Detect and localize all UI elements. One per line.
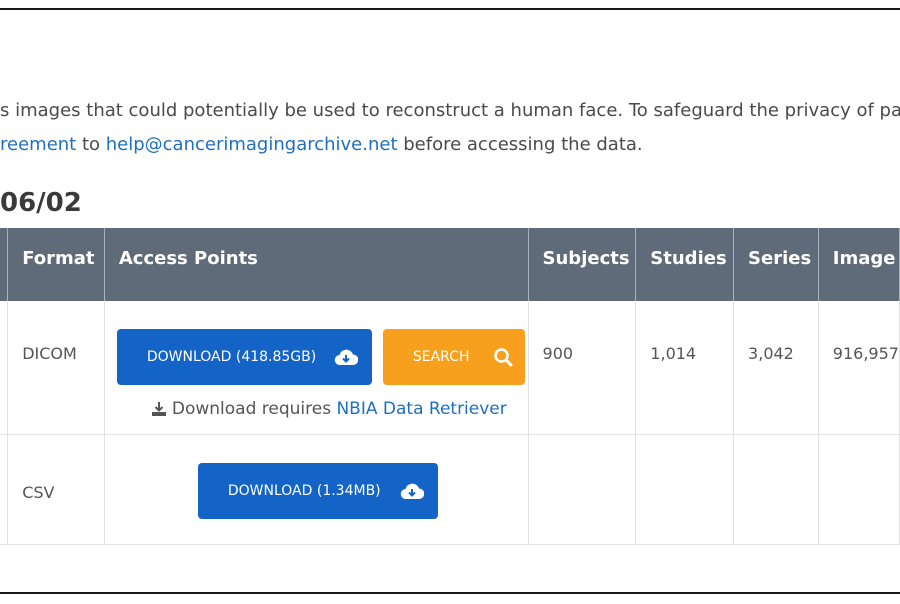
top-border xyxy=(0,8,900,10)
subjects-cell xyxy=(528,434,637,545)
cloud-download-icon xyxy=(334,348,358,366)
access-points-cell: DOWNLOAD (418.85GB) SEARCH Download requ… xyxy=(104,301,529,435)
search-label: SEARCH xyxy=(412,349,470,365)
studies-value: 1,014 xyxy=(650,344,697,363)
help-email-link[interactable]: help@cancerimagingarchive.net xyxy=(106,134,398,155)
format-cell: CSV xyxy=(7,434,105,545)
images-cell: 916,957 xyxy=(818,301,900,435)
download-dicom-button[interactable]: DOWNLOAD (418.85GB) xyxy=(116,329,372,385)
data-use-agreement-link[interactable]: reement xyxy=(0,134,76,155)
header-access-points: Access Points xyxy=(104,228,529,301)
series-value: 3,042 xyxy=(748,344,794,363)
header-images: Image xyxy=(818,228,900,301)
search-button[interactable]: SEARCH xyxy=(382,329,525,385)
cut-cell xyxy=(0,434,9,545)
format-cell: DICOM xyxy=(7,301,105,435)
download-dicom-label: DOWNLOAD (418.85GB) xyxy=(146,349,317,365)
data-access-table: Format Access Points Subjects Studies Se… xyxy=(0,228,900,545)
table-row: DICOM DOWNLOAD (418.85GB) SEARCH Downloa… xyxy=(0,301,900,435)
header-studies: Studies xyxy=(635,228,735,301)
download-requirement-note: Download requires NBIA Data Retriever xyxy=(151,399,507,419)
header-subjects: Subjects xyxy=(528,228,637,301)
bottom-border xyxy=(0,592,900,594)
series-cell xyxy=(733,434,819,545)
version-heading: 06/02 xyxy=(0,188,82,218)
to-text: to xyxy=(76,134,106,155)
download-csv-label: DOWNLOAD (1.34MB) xyxy=(227,482,381,499)
images-cell xyxy=(818,434,900,545)
table-row: CSV DOWNLOAD (1.34MB) xyxy=(0,434,900,545)
cloud-download-icon xyxy=(400,482,424,500)
header-cut-column xyxy=(0,228,9,301)
description-tail: before accessing the data. xyxy=(397,134,643,155)
images-value: 916,957 xyxy=(832,344,899,363)
subjects-value: 900 xyxy=(542,344,574,363)
download-tray-icon xyxy=(151,401,167,417)
studies-cell xyxy=(635,434,735,545)
format-value: DICOM xyxy=(22,344,77,363)
table-header-row: Format Access Points Subjects Studies Se… xyxy=(0,228,900,301)
download-csv-button[interactable]: DOWNLOAD (1.34MB) xyxy=(197,462,438,519)
format-value: CSV xyxy=(22,482,55,502)
series-cell: 3,042 xyxy=(733,301,819,435)
description-line-1: s images that could potentially be used … xyxy=(0,100,900,121)
header-series: Series xyxy=(733,228,819,301)
cut-cell xyxy=(0,301,9,435)
header-format: Format xyxy=(7,228,105,301)
nbia-data-retriever-link[interactable]: NBIA Data Retriever xyxy=(336,399,506,419)
requires-text: Download requires xyxy=(171,399,337,419)
description-line-2: reement to help@cancerimagingarchive.net… xyxy=(0,134,643,155)
studies-cell: 1,014 xyxy=(635,301,735,435)
search-icon xyxy=(493,347,513,367)
subjects-cell: 900 xyxy=(528,301,637,435)
access-points-cell: DOWNLOAD (1.34MB) xyxy=(104,434,529,545)
